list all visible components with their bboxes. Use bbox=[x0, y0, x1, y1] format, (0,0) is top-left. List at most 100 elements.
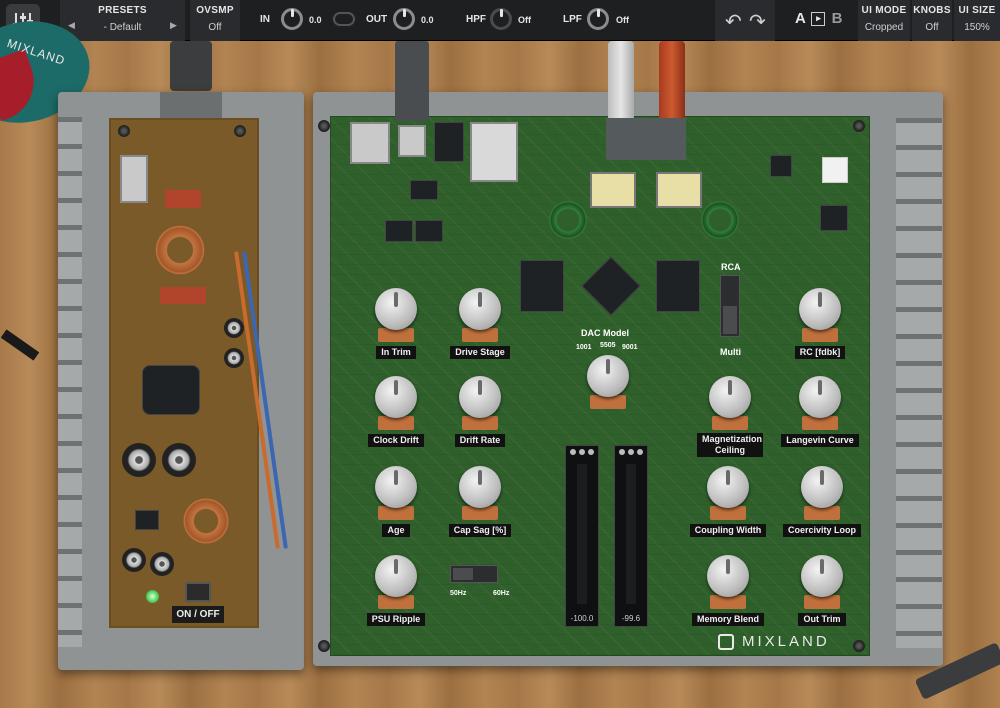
memory-blend-pot[interactable] bbox=[707, 555, 749, 597]
psu-resistor bbox=[165, 190, 201, 208]
hpf-knob[interactable] bbox=[490, 8, 512, 30]
knob-out-trim[interactable]: Out Trim bbox=[782, 555, 862, 627]
cap-sag-base bbox=[462, 506, 498, 520]
cable-top bbox=[395, 41, 429, 121]
network-port bbox=[470, 122, 518, 182]
lpf-knob[interactable] bbox=[587, 8, 609, 30]
psu-fuse bbox=[120, 155, 148, 203]
power-button[interactable] bbox=[185, 582, 211, 602]
usb-port-1 bbox=[350, 122, 390, 164]
knobs-value: Off bbox=[925, 22, 939, 33]
knobs-block[interactable]: KNOBS Off bbox=[912, 0, 952, 41]
memory-blend-label: Memory Blend bbox=[691, 613, 764, 626]
meter-left: -100.0 bbox=[565, 445, 599, 627]
link-icon[interactable] bbox=[333, 12, 355, 26]
ethernet-port bbox=[434, 122, 464, 162]
langevin-curve-pot[interactable] bbox=[799, 376, 841, 418]
knob-langevin-curve[interactable]: Langevin Curve bbox=[780, 376, 860, 448]
meter-right: -99.6 bbox=[614, 445, 648, 627]
knob-rc-fdbk[interactable]: RC [fdbk] bbox=[780, 288, 860, 360]
history-block: ↶ ↷ bbox=[715, 0, 775, 41]
ui-size-label: UI SIZE bbox=[958, 5, 996, 16]
freq-50-label: 50Hz bbox=[450, 590, 467, 597]
psu-bridge bbox=[142, 365, 200, 415]
out-trim-base bbox=[804, 595, 840, 609]
dac-model-pot[interactable] bbox=[587, 355, 629, 397]
b-button[interactable]: B bbox=[832, 10, 843, 27]
rca-jack-right bbox=[659, 41, 685, 121]
dac-option-1001[interactable]: 1001 bbox=[576, 344, 592, 351]
preset-next-icon[interactable]: ▶ bbox=[170, 20, 177, 31]
preset-prev-icon[interactable]: ◀ bbox=[68, 20, 75, 31]
drift-rate-label: Drift Rate bbox=[454, 434, 506, 447]
copy-icon[interactable]: ▸ bbox=[811, 12, 826, 27]
knob-dac-model[interactable] bbox=[568, 355, 648, 409]
screw-6 bbox=[234, 125, 246, 137]
knob-psu-ripple[interactable]: PSU Ripple bbox=[356, 555, 436, 627]
drive-stage-pot[interactable] bbox=[459, 288, 501, 330]
drift-rate-pot[interactable] bbox=[459, 376, 501, 418]
knob-in-trim[interactable]: In Trim bbox=[356, 288, 436, 360]
ui-mode-block[interactable]: UI MODE Cropped bbox=[858, 0, 910, 41]
knobs-label: KNOBS bbox=[913, 5, 951, 16]
magnetization-ceiling-pot[interactable] bbox=[709, 376, 751, 418]
rca-multi-switch[interactable] bbox=[720, 275, 740, 337]
knob-memory-blend[interactable]: Memory Blend bbox=[688, 555, 768, 627]
presets-block[interactable]: PRESETS - Default ◀ ▶ bbox=[60, 0, 185, 41]
age-pot[interactable] bbox=[375, 466, 417, 508]
cap-sag-pot[interactable] bbox=[459, 466, 501, 508]
psu-cap-1 bbox=[122, 443, 156, 477]
rca-block bbox=[606, 118, 686, 160]
knob-drift-rate[interactable]: Drift Rate bbox=[440, 376, 520, 448]
ovsmp-label: OVSMP bbox=[196, 5, 234, 16]
psu-heatsink-fins bbox=[58, 117, 82, 647]
knob-coupling-width[interactable]: Coupling Width bbox=[688, 466, 768, 538]
hpf-value: Off bbox=[518, 15, 531, 25]
screw-1 bbox=[318, 120, 330, 132]
dac-option-9001[interactable]: 9001 bbox=[622, 344, 638, 351]
knob-clock-drift[interactable]: Clock Drift bbox=[356, 376, 436, 448]
in-trim-pot[interactable] bbox=[375, 288, 417, 330]
out-value: 0.0 bbox=[421, 15, 434, 25]
magnetization-ceiling-label: Magnetization Ceiling bbox=[697, 433, 763, 457]
coercivity-loop-pot[interactable] bbox=[801, 466, 843, 508]
freq-switch[interactable] bbox=[450, 565, 498, 583]
knob-coercivity-loop[interactable]: Coercivity Loop bbox=[782, 466, 862, 538]
redo-icon[interactable]: ↷ bbox=[749, 9, 766, 34]
psu-cap-4 bbox=[224, 348, 244, 368]
ovsmp-block[interactable]: OVSMP Off bbox=[190, 0, 240, 41]
presets-value: - Default bbox=[103, 22, 142, 33]
knob-magnetization-ceiling[interactable]: Magnetization Ceiling bbox=[690, 376, 770, 458]
screw-3 bbox=[318, 640, 330, 652]
in-value: 0.0 bbox=[309, 15, 322, 25]
knob-age[interactable]: Age bbox=[356, 466, 436, 538]
rc-fdbk-pot[interactable] bbox=[799, 288, 841, 330]
inductor-1 bbox=[548, 200, 588, 240]
psu-toroid-bottom bbox=[180, 495, 232, 547]
knob-drive-stage[interactable]: Drive Stage bbox=[440, 288, 520, 360]
power-switch-label[interactable]: ON / OFF bbox=[172, 606, 224, 623]
presets-label: PRESETS bbox=[98, 5, 147, 16]
coupling-width-pot[interactable] bbox=[707, 466, 749, 508]
chip-small-4 bbox=[770, 155, 792, 177]
a-button[interactable]: A bbox=[795, 10, 805, 27]
ui-size-block[interactable]: UI SIZE 150% bbox=[954, 0, 1000, 41]
dac-model-base bbox=[590, 395, 626, 409]
undo-icon[interactable]: ↶ bbox=[725, 9, 742, 34]
dsp-chip-1 bbox=[520, 260, 564, 312]
magnetization-ceiling-base bbox=[712, 416, 748, 430]
power-led bbox=[146, 590, 159, 603]
dac-option-5505[interactable]: 5505 bbox=[600, 342, 616, 349]
langevin-curve-label: Langevin Curve bbox=[781, 434, 859, 447]
out-knob[interactable] bbox=[393, 8, 415, 30]
psu-cap-5 bbox=[122, 548, 146, 572]
psu-ripple-pot[interactable] bbox=[375, 555, 417, 597]
in-trim-label: In Trim bbox=[376, 346, 416, 359]
in-knob[interactable] bbox=[281, 8, 303, 30]
knob-cap-sag[interactable]: Cap Sag [%] bbox=[440, 466, 520, 538]
clock-drift-pot[interactable] bbox=[375, 376, 417, 418]
meter-left-bar bbox=[577, 464, 587, 604]
rc-fdbk-base bbox=[802, 328, 838, 342]
freq-60-label: 60Hz bbox=[493, 590, 510, 597]
out-trim-pot[interactable] bbox=[801, 555, 843, 597]
